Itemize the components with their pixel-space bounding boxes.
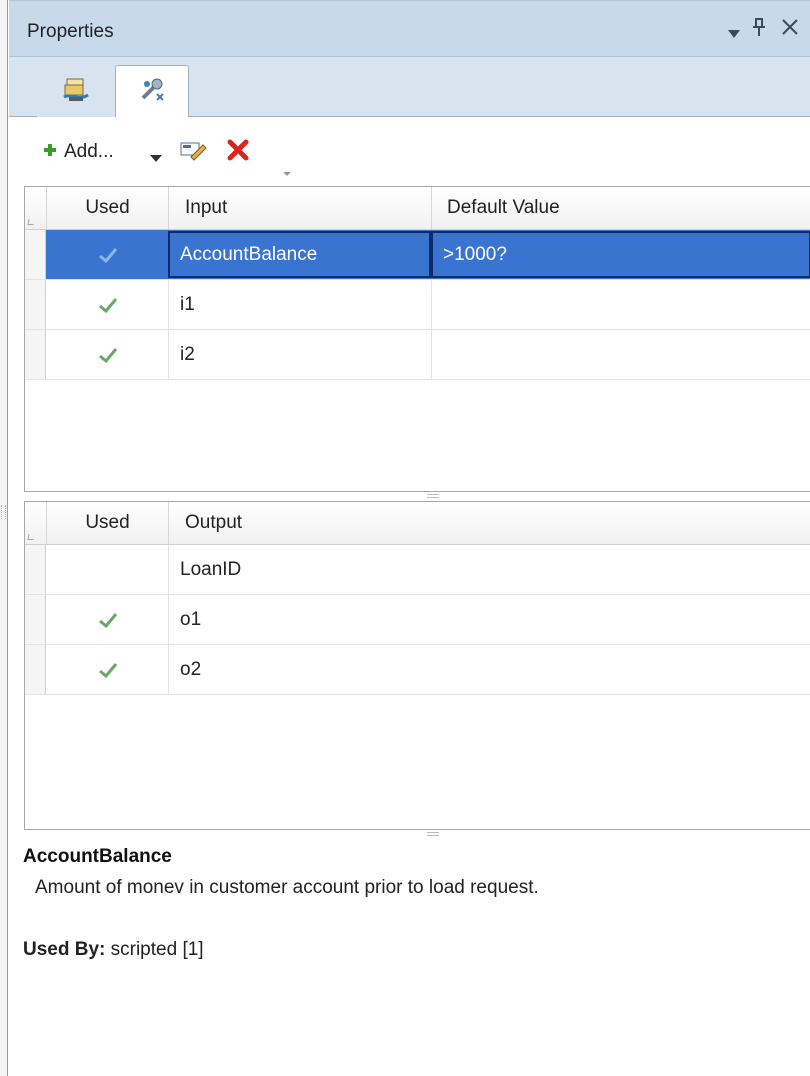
used-by-line: Used By: scripted [1]	[23, 939, 204, 961]
tab-strip	[9, 57, 810, 118]
tab-properties-variables[interactable]	[115, 65, 189, 118]
used-cell[interactable]	[47, 230, 168, 279]
variables-toolbar: Add...	[9, 117, 810, 185]
used-cell[interactable]	[47, 330, 168, 379]
tools-variables-icon	[137, 76, 167, 109]
used-by-value[interactable]: scripted [1]	[105, 939, 204, 960]
edit-pencil-icon	[179, 139, 207, 166]
output-name-cell[interactable]: o1	[180, 595, 580, 644]
select-all-corner[interactable]	[27, 219, 35, 225]
default-value-cell[interactable]: >1000?	[443, 230, 803, 279]
column-header-default-value[interactable]: Default Value	[447, 187, 807, 229]
outputs-grid: Used Output LoanID o1 o2	[24, 501, 810, 830]
delete-x-icon	[226, 139, 250, 166]
document-stack-icon	[61, 75, 91, 108]
checkmark-icon	[47, 347, 168, 363]
row-header[interactable]	[25, 595, 46, 644]
row-header[interactable]	[25, 280, 46, 329]
row-header[interactable]	[25, 330, 46, 379]
row-header[interactable]	[25, 230, 46, 279]
pin-icon[interactable]	[751, 17, 767, 41]
used-cell[interactable]	[47, 595, 168, 644]
column-header-output[interactable]: Output	[185, 502, 585, 544]
add-dropdown-arrow[interactable]	[150, 150, 162, 168]
inputs-grid: Used Input Default Value AccountBalance …	[24, 186, 810, 492]
checkmark-icon	[47, 662, 168, 678]
table-row[interactable]: o1	[25, 595, 810, 645]
panel-titlebar: Properties	[9, 1, 810, 57]
output-name-cell[interactable]: LoanID	[180, 545, 580, 594]
splitter-grip	[427, 832, 439, 836]
table-row[interactable]: AccountBalance >1000?	[25, 230, 810, 280]
description-text: Amount of monev in customer account prio…	[35, 877, 539, 898]
edit-button[interactable]	[179, 139, 207, 166]
delete-button[interactable]	[226, 139, 250, 166]
description-title: AccountBalance	[23, 846, 172, 867]
left-resize-grip[interactable]	[1, 505, 6, 519]
splitter-grip	[427, 494, 439, 498]
column-header-used[interactable]: Used	[47, 187, 168, 229]
inputs-grid-header: Used Input Default Value	[25, 187, 810, 230]
output-name-cell[interactable]: o2	[180, 645, 580, 694]
input-name-cell[interactable]: i2	[180, 330, 425, 379]
column-header-input[interactable]: Input	[185, 187, 430, 229]
table-row[interactable]: i2	[25, 330, 810, 380]
description-splitter[interactable]	[24, 830, 810, 838]
input-name-cell[interactable]: i1	[180, 280, 425, 329]
row-header[interactable]	[25, 645, 46, 694]
checkmark-icon	[47, 297, 168, 313]
row-header[interactable]	[25, 545, 46, 594]
checkmark-icon	[47, 247, 168, 263]
outputs-grid-header: Used Output	[25, 502, 810, 545]
tab-properties-general[interactable]	[37, 65, 115, 117]
used-cell[interactable]	[47, 280, 168, 329]
checkmark-icon	[47, 612, 168, 628]
default-value-cell[interactable]	[443, 330, 803, 379]
default-value-cell[interactable]	[443, 280, 803, 329]
table-row[interactable]: i1	[25, 280, 810, 330]
add-button-label: Add...	[64, 141, 114, 162]
table-row[interactable]: LoanID	[25, 545, 810, 595]
used-cell[interactable]	[47, 645, 168, 694]
left-dock-edge	[0, 0, 8, 1076]
properties-panel: Properties Add... Used Input Default Val…	[9, 0, 810, 1076]
used-cell[interactable]	[47, 545, 168, 594]
used-by-label: Used By:	[23, 939, 106, 960]
grid-splitter[interactable]	[24, 492, 810, 500]
select-all-corner[interactable]	[27, 534, 35, 540]
toolbar-overflow-icon[interactable]	[283, 169, 291, 180]
chevron-down-icon	[150, 150, 162, 168]
add-button[interactable]: Add...	[42, 141, 114, 163]
panel-title: Properties	[27, 21, 114, 42]
column-header-used[interactable]: Used	[47, 502, 168, 544]
plus-icon	[42, 142, 58, 163]
close-icon[interactable]	[781, 18, 799, 40]
table-row[interactable]: o2	[25, 645, 810, 695]
dropdown-triangle-icon[interactable]	[727, 21, 741, 43]
input-name-cell[interactable]: AccountBalance	[180, 230, 425, 279]
